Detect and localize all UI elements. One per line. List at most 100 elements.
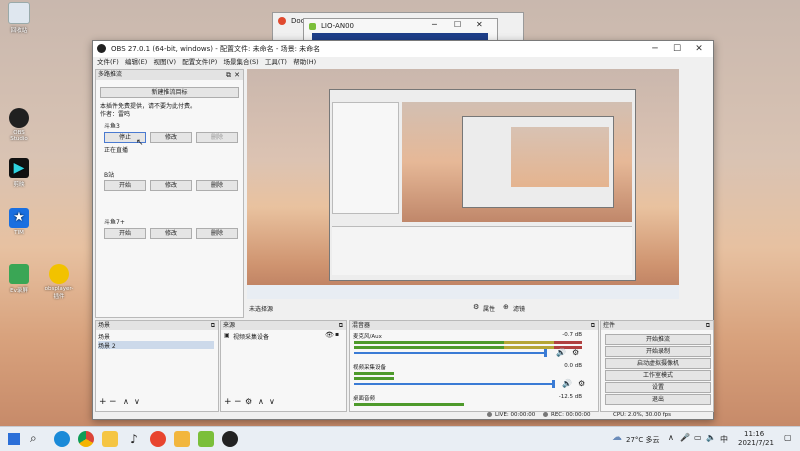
obs-icon[interactable] xyxy=(222,431,238,447)
scene-list-item[interactable]: 场景 2 xyxy=(98,341,214,350)
clock-time[interactable]: 11:16 xyxy=(744,430,764,438)
menu-help[interactable]: 帮助(H) xyxy=(293,57,316,68)
speaker-icon[interactable]: 🔊 xyxy=(562,379,572,388)
clock-date[interactable]: 2021/7/21 xyxy=(738,439,774,447)
volume-slider-handle[interactable] xyxy=(544,349,547,357)
dock-header: 混音器 ⧉ xyxy=(350,321,598,330)
start-button[interactable]: 开始 xyxy=(104,228,146,239)
search-icon[interactable]: ⌕ xyxy=(30,431,37,446)
desktop-icon-recorder[interactable]: Ev录屏 xyxy=(4,264,34,294)
virtual-camera-button[interactable]: 启动虚拟摄像机 xyxy=(605,358,711,369)
new-target-button[interactable]: 新建推流目标 xyxy=(100,87,239,98)
properties-button[interactable]: 属性 xyxy=(483,304,495,313)
menu-profile[interactable]: 配置文件(P) xyxy=(182,57,217,68)
file-explorer-icon[interactable] xyxy=(174,431,190,447)
add-icon[interactable]: + xyxy=(99,397,107,407)
delete-button[interactable]: 删除 xyxy=(196,180,238,191)
close-icon[interactable]: ✕ xyxy=(234,70,240,80)
menu-edit[interactable]: 编辑(E) xyxy=(125,57,147,68)
desktop-icon-tim[interactable]: ★ TIM xyxy=(4,208,34,236)
chevron-up-icon[interactable]: ∧ xyxy=(668,433,674,442)
float-icon[interactable]: ⧉ xyxy=(706,321,710,330)
preview-canvas[interactable] xyxy=(247,69,679,299)
menu-scene-collection[interactable]: 场景集合(S) xyxy=(223,57,258,68)
chevron-up-icon[interactable]: ∧ xyxy=(123,397,129,406)
minimize-icon[interactable]: ─ xyxy=(645,42,665,56)
edit-button[interactable]: 修改 xyxy=(150,180,192,191)
desktop-icon-plugin[interactable]: obsplayer-插件 xyxy=(42,264,76,300)
recycle-bin-icon xyxy=(8,2,30,24)
title-bar[interactable]: OBS 27.0.1 (64-bit, windows) - 配置文件: 未命名… xyxy=(93,41,713,57)
maximize-icon[interactable]: ☐ xyxy=(454,20,461,29)
start-button[interactable]: 开始 xyxy=(104,180,146,191)
android-icon[interactable] xyxy=(198,431,214,447)
gear-icon[interactable]: ⚙ xyxy=(245,397,252,406)
volume-icon[interactable]: 🔈 xyxy=(706,433,716,442)
float-icon[interactable]: ⧉ xyxy=(339,321,343,330)
delete-button[interactable]: 删除 xyxy=(196,228,238,239)
eye-icon[interactable]: 👁 xyxy=(325,331,334,339)
close-icon[interactable]: ✕ xyxy=(689,42,709,56)
track-level: -12.5 dB xyxy=(558,394,582,400)
dock-header: 场景 ⧉ xyxy=(96,321,218,330)
remove-icon[interactable]: − xyxy=(234,397,242,407)
float-icon[interactable]: ⧉ xyxy=(226,70,231,80)
recorder-icon xyxy=(9,264,29,284)
studio-mode-button[interactable]: 工作室模式 xyxy=(605,370,711,381)
browser-icon[interactable] xyxy=(150,431,166,447)
float-icon[interactable]: ⧉ xyxy=(591,321,595,330)
notification-icon[interactable]: ▢ xyxy=(784,433,792,442)
desktop-icon-label: TIM xyxy=(14,230,24,236)
menu-tools[interactable]: 工具(T) xyxy=(265,57,287,68)
volume-slider[interactable] xyxy=(354,352,544,354)
add-icon[interactable]: + xyxy=(224,397,232,407)
minimize-icon[interactable]: ─ xyxy=(432,20,437,29)
menu-view[interactable]: 视图(V) xyxy=(153,57,176,68)
chevron-down-icon[interactable]: ∨ xyxy=(269,397,275,406)
menu-file[interactable]: 文件(F) xyxy=(97,57,119,68)
desktop-icon-label: OBS Studio xyxy=(10,130,28,142)
edit-button[interactable]: 修改 xyxy=(150,132,192,143)
maximize-icon[interactable]: ☐ xyxy=(667,42,687,56)
weather-text[interactable]: 27°C 多云 xyxy=(626,435,660,445)
desktop-icon-video-editor[interactable]: ▶ 剪映 xyxy=(4,158,34,188)
scene-list-item[interactable]: 场景 xyxy=(98,332,214,341)
chrome-icon[interactable] xyxy=(78,431,94,447)
start-recording-button[interactable]: 开始录制 xyxy=(605,346,711,357)
music-icon[interactable]: ♪ xyxy=(126,431,142,447)
volume-slider-handle[interactable] xyxy=(552,380,555,388)
delete-button[interactable]: 删除 xyxy=(196,132,238,143)
desktop-icon-recycle-bin[interactable]: 回收站 xyxy=(4,2,34,34)
ime-indicator[interactable]: 中 xyxy=(720,434,728,445)
target-name: B站 xyxy=(104,172,115,179)
controls-dock: 控件 ⧉ 开始推流 开始录制 启动虚拟摄像机 工作室模式 设置 退出 xyxy=(600,320,714,412)
speaker-icon[interactable]: 🔊 xyxy=(556,348,566,357)
start-button[interactable] xyxy=(8,433,20,445)
windows-logo-icon xyxy=(8,433,20,445)
chevron-down-icon[interactable]: ∨ xyxy=(134,397,140,406)
gear-icon[interactable]: ⚙ xyxy=(572,348,579,357)
track-name: 桌面音频 xyxy=(353,396,376,402)
exit-button[interactable]: 退出 xyxy=(605,394,711,405)
edge-icon[interactable] xyxy=(54,431,70,447)
volume-meter xyxy=(354,341,582,344)
desktop-icon-obs[interactable]: OBS Studio xyxy=(4,108,34,142)
filters-button[interactable]: 滤镜 xyxy=(513,304,525,313)
settings-button[interactable]: 设置 xyxy=(605,382,711,393)
float-icon[interactable]: ⧉ xyxy=(211,321,215,330)
edit-button[interactable]: 修改 xyxy=(150,228,192,239)
remove-icon[interactable]: − xyxy=(109,397,117,407)
source-list-item[interactable]: 视频采集设备 xyxy=(233,332,269,341)
lock-icon[interactable]: ▪ xyxy=(335,331,339,338)
gear-icon[interactable]: ⚙ xyxy=(578,379,585,388)
network-icon[interactable]: ▭ xyxy=(694,433,702,442)
volume-slider[interactable] xyxy=(354,383,552,385)
close-icon[interactable]: ✕ xyxy=(476,20,483,29)
microphone-icon[interactable]: 🎤 xyxy=(680,433,690,442)
folder-star-icon[interactable] xyxy=(102,431,118,447)
chevron-up-icon[interactable]: ∧ xyxy=(258,397,264,406)
notice-line-2: 作者：雷鸣 xyxy=(100,111,131,118)
camera-icon: ▣ xyxy=(224,332,230,339)
start-streaming-button[interactable]: 开始推流 xyxy=(605,334,711,345)
window-title: OBS 27.0.1 (64-bit, windows) - 配置文件: 未命名… xyxy=(111,45,321,53)
